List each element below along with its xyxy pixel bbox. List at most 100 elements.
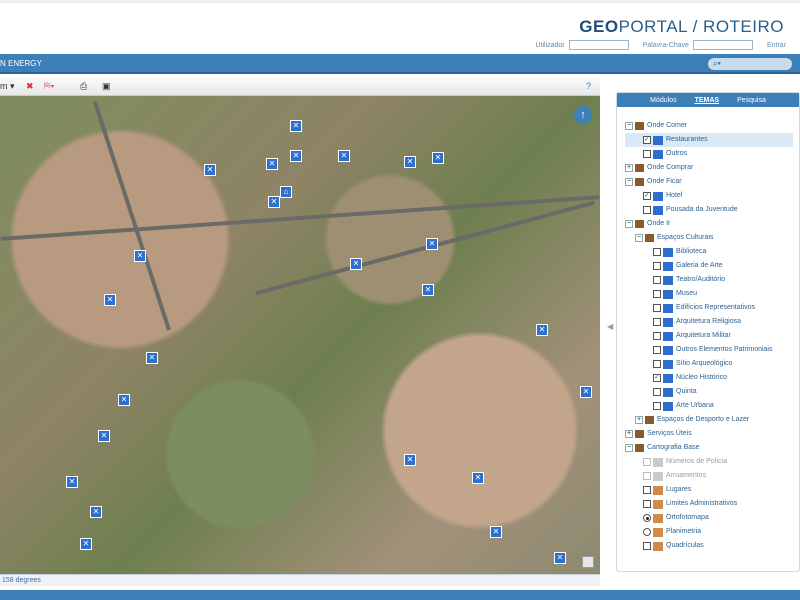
measure-icon[interactable]: ⛿▾ (44, 81, 54, 92)
restaurant-marker[interactable]: ✕ (204, 164, 216, 176)
tree-item[interactable]: Ortofotomapa (625, 511, 793, 525)
checkbox[interactable] (643, 458, 651, 466)
restaurant-marker[interactable]: ✕ (290, 120, 302, 132)
restaurant-marker[interactable]: ✕ (580, 386, 592, 398)
tree-item[interactable]: + Espaços de Desporto e Lazer (625, 413, 793, 427)
tree-item[interactable]: Teatro/Auditório (625, 273, 793, 287)
tree-item[interactable]: − Onde Ficar (625, 175, 793, 189)
tree-item[interactable]: Museu (625, 287, 793, 301)
tree-item[interactable]: Outros (625, 147, 793, 161)
restaurant-marker[interactable]: ✕ (134, 250, 146, 262)
checkbox[interactable] (653, 360, 661, 368)
print-icon[interactable]: ⎙ (80, 81, 87, 92)
restaurant-marker[interactable]: ✕ (118, 394, 130, 406)
restaurant-marker[interactable]: ✕ (432, 152, 444, 164)
collapse-icon[interactable]: − (625, 178, 633, 186)
tree-item[interactable]: Arte Urbana (625, 399, 793, 413)
checkbox[interactable] (653, 346, 661, 354)
collapse-icon[interactable]: − (625, 122, 633, 130)
checkbox[interactable] (643, 472, 651, 480)
login-link[interactable]: Entrar (767, 42, 786, 49)
expand-icon[interactable]: + (635, 416, 643, 424)
restaurant-marker[interactable]: ✕ (290, 150, 302, 162)
tab-modulos[interactable]: Módulos (650, 97, 676, 104)
checkbox[interactable] (653, 388, 661, 396)
tree-item[interactable]: − Cartografia Base (625, 441, 793, 455)
checkbox[interactable] (653, 248, 661, 256)
tree-item[interactable]: Limites Administrativos (625, 497, 793, 511)
map-view[interactable]: ✕ ✕ ✕ ✕ ✕ ✕ ✕ ⌂ ✕ ✕ ✕ ✕ ✕ ✕ ✕ ✕ ✕ ✕ ✕ ✕ … (0, 96, 600, 574)
tree-item[interactable]: Arquitetura Religiosa (625, 315, 793, 329)
restaurant-marker[interactable]: ✕ (350, 258, 362, 270)
tree-item[interactable]: ✓ Restaurantes (625, 133, 793, 147)
restaurant-marker[interactable]: ✕ (404, 454, 416, 466)
restaurant-marker[interactable]: ✕ (98, 430, 110, 442)
checkbox[interactable] (643, 500, 651, 508)
clear-icon[interactable]: ✖ (26, 81, 34, 92)
tree-item[interactable]: Biblioteca (625, 245, 793, 259)
tree-item[interactable]: Pousada da Juventude (625, 203, 793, 217)
collapse-icon[interactable]: − (625, 220, 633, 228)
checkbox[interactable] (643, 206, 651, 214)
restaurant-marker[interactable]: ✕ (490, 526, 502, 538)
user-input[interactable] (568, 40, 629, 50)
checkbox[interactable]: ✓ (643, 192, 651, 200)
password-input[interactable] (692, 40, 753, 50)
restaurant-marker[interactable]: ✕ (90, 506, 102, 518)
checkbox[interactable] (653, 304, 661, 312)
expand-icon[interactable]: + (625, 430, 633, 438)
checkbox[interactable] (643, 542, 651, 550)
tree-item[interactable]: − Espaços Culturais (625, 231, 793, 245)
restaurant-marker[interactable]: ✕ (66, 476, 78, 488)
collapse-panel-icon[interactable]: ◀ (607, 322, 613, 331)
tree-item[interactable]: Planimetria (625, 525, 793, 539)
tree-item[interactable]: − Onde Ir (625, 217, 793, 231)
restaurant-marker[interactable]: ✕ (554, 552, 566, 564)
checkbox[interactable] (653, 402, 661, 410)
tab-pesquisa[interactable]: Pesquisa (737, 97, 766, 104)
restaurant-marker[interactable]: ✕ (104, 294, 116, 306)
checkbox[interactable] (653, 332, 661, 340)
export-icon[interactable]: ▣ (102, 81, 111, 92)
collapse-icon[interactable]: − (625, 444, 633, 452)
tree-item[interactable]: Outros Elementos Patrimoniais (625, 343, 793, 357)
restaurant-marker[interactable]: ✕ (536, 324, 548, 336)
tree-item[interactable]: Quinta (625, 385, 793, 399)
tree-item[interactable]: Sítio Arqueológico (625, 357, 793, 371)
collapse-icon[interactable]: − (635, 234, 643, 242)
tree-item[interactable]: Arruamentos (625, 469, 793, 483)
restaurant-marker[interactable]: ✕ (266, 158, 278, 170)
tab-temas[interactable]: TEMAS (695, 97, 720, 104)
tree-item[interactable]: Quadrículas (625, 539, 793, 553)
checkbox[interactable] (653, 290, 661, 298)
help-icon[interactable]: ? (586, 81, 591, 91)
checkbox[interactable] (653, 318, 661, 326)
expand-icon[interactable]: + (625, 164, 633, 172)
tree-item[interactable]: + Onde Comprar (625, 161, 793, 175)
tree-item[interactable]: Números de Polícia (625, 455, 793, 469)
checkbox[interactable] (643, 150, 651, 158)
tree-item[interactable]: ✓ Núcleo Histórico (625, 371, 793, 385)
restaurant-marker[interactable]: ✕ (404, 156, 416, 168)
restaurant-marker[interactable]: ✕ (426, 238, 438, 250)
restaurant-marker[interactable]: ✕ (80, 538, 92, 550)
checkbox[interactable]: ✓ (643, 136, 651, 144)
checkbox[interactable] (643, 486, 651, 494)
restaurant-marker[interactable]: ✕ (268, 196, 280, 208)
overview-toggle-icon[interactable] (582, 556, 594, 568)
north-arrow-icon[interactable]: ↑ (574, 106, 592, 124)
checkbox[interactable]: ✓ (653, 374, 661, 382)
restaurant-marker[interactable]: ✕ (338, 150, 350, 162)
tree-item[interactable]: − Onde Comer (625, 119, 793, 133)
tree-item[interactable]: Edifícios Representativos (625, 301, 793, 315)
restaurant-marker[interactable]: ✕ (422, 284, 434, 296)
restaurant-marker[interactable]: ✕ (472, 472, 484, 484)
tree-item[interactable]: ✓ Hotel (625, 189, 793, 203)
checkbox[interactable] (653, 276, 661, 284)
hotel-marker[interactable]: ⌂ (280, 186, 292, 198)
tree-item[interactable]: Arquitetura Militar (625, 329, 793, 343)
restaurant-marker[interactable]: ✕ (146, 352, 158, 364)
search-box[interactable]: ⌕▾ (708, 58, 792, 70)
checkbox[interactable] (653, 262, 661, 270)
radio-button[interactable] (643, 514, 651, 522)
